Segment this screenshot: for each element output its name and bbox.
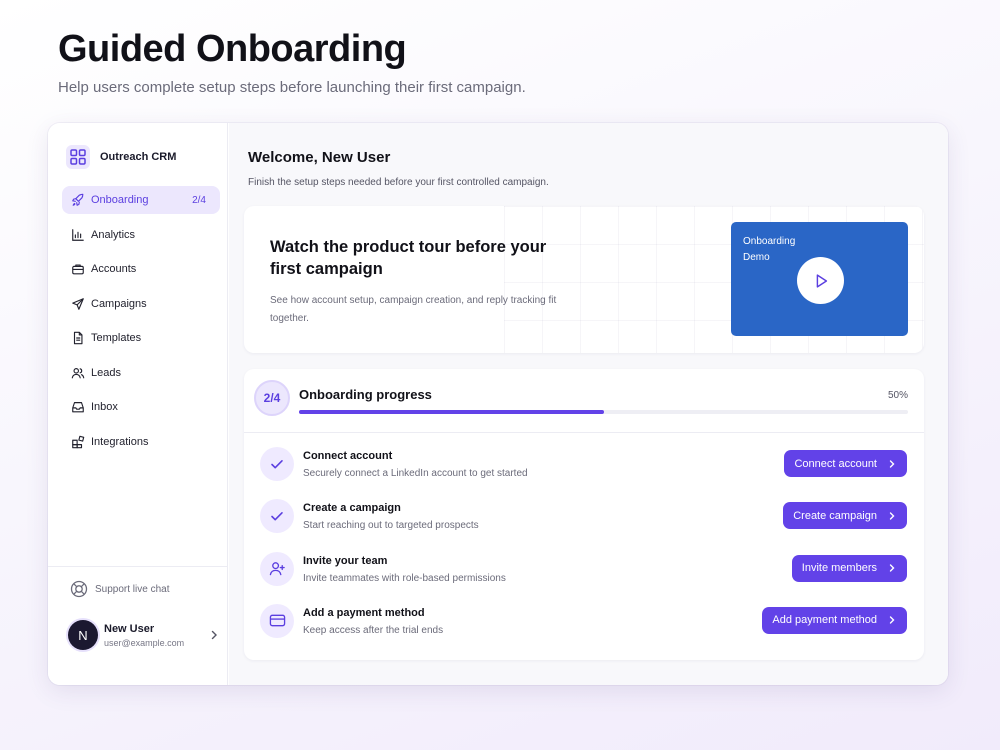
check-icon xyxy=(260,447,294,481)
tour-title: Watch the product tour before your first… xyxy=(270,238,547,278)
page-subtitle: Finish the setup steps needed before you… xyxy=(248,177,549,188)
onboarding-demo-video[interactable]: Onboarding Demo xyxy=(731,222,908,336)
button-label: Invite members xyxy=(801,562,877,575)
play-button[interactable] xyxy=(797,257,844,304)
lifebuoy-icon xyxy=(70,580,88,598)
sidebar-item-onboarding[interactable]: Onboarding 2/4 xyxy=(62,186,220,214)
sidebar-item-templates[interactable]: Templates xyxy=(62,324,220,352)
send-icon xyxy=(71,297,85,311)
progress-title: Onboarding progress xyxy=(299,387,432,402)
sidebar-item-inbox[interactable]: Inbox xyxy=(62,393,220,421)
users-icon xyxy=(71,366,85,380)
user-menu[interactable]: N New User user@example.com xyxy=(68,618,220,652)
credit-card-icon xyxy=(260,603,294,638)
sidebar-item-label: Analytics xyxy=(91,228,136,241)
grid-icon xyxy=(66,145,90,169)
tour-description: See how account setup, campaign creation… xyxy=(270,295,557,324)
step-connect-account: Connect account Securely connect a Linke… xyxy=(244,444,924,496)
app-window: Outreach CRM Onboarding 2/4 Analytics Ac… xyxy=(48,123,948,685)
step-title: Connect account xyxy=(303,450,393,462)
document-icon xyxy=(71,331,85,345)
sidebar: Outreach CRM Onboarding 2/4 Analytics Ac… xyxy=(48,123,228,685)
step-add-payment-method: Add a payment method Keep access after t… xyxy=(244,601,924,653)
inbox-icon xyxy=(71,400,85,414)
chevron-right-icon xyxy=(889,564,895,572)
button-label: Add payment method xyxy=(772,614,877,627)
chevron-right-icon xyxy=(889,616,895,625)
sidebar-item-label: Campaigns xyxy=(91,297,147,310)
hero-title: Guided Onboarding xyxy=(58,28,407,70)
invite-members-button[interactable]: Invite members xyxy=(791,554,907,582)
chevron-right-icon xyxy=(211,630,217,640)
rocket-icon xyxy=(71,193,85,207)
add-payment-method-button[interactable]: Add payment method xyxy=(762,606,907,634)
sidebar-item-integrations[interactable]: Integrations xyxy=(62,428,220,456)
step-title: Create a campaign xyxy=(303,502,401,515)
step-description: Invite teammates with role-based permiss… xyxy=(303,572,506,584)
progress-divider xyxy=(244,432,924,433)
step-list: Connect account Securely connect a Linke… xyxy=(244,444,924,653)
sidebar-item-accounts[interactable]: Accounts xyxy=(62,255,220,283)
sidebar-item-leads[interactable]: Leads xyxy=(62,359,220,387)
progress-bar xyxy=(299,410,908,414)
page-title: Welcome, New User xyxy=(248,149,391,166)
brand[interactable]: Outreach CRM xyxy=(66,143,176,171)
sidebar-item-label: Integrations xyxy=(91,435,149,448)
button-label: Connect account xyxy=(794,457,877,470)
sidebar-nav: Onboarding 2/4 Analytics Accounts Campai… xyxy=(62,186,220,462)
step-create-campaign: Create a campaign Start reaching out to … xyxy=(244,496,924,548)
create-campaign-button[interactable]: Create campaign xyxy=(783,502,907,530)
check-icon xyxy=(260,499,294,534)
bar-chart-icon xyxy=(71,228,85,242)
briefcase-icon xyxy=(71,262,85,276)
avatar: N xyxy=(68,620,98,650)
user-plus-icon xyxy=(260,551,294,586)
sidebar-item-label: Accounts xyxy=(91,263,137,275)
chevron-right-icon xyxy=(889,512,895,520)
hero-subtitle: Help users complete setup steps before l… xyxy=(58,79,526,96)
onboarding-count-badge: 2/4 xyxy=(192,194,206,206)
brand-name: Outreach CRM xyxy=(100,151,177,163)
progress-percent: 50% xyxy=(887,390,908,401)
sidebar-item-label: Templates xyxy=(91,332,142,344)
sidebar-item-label: Onboarding xyxy=(91,194,149,206)
step-description: Start reaching out to targeted prospects xyxy=(303,520,479,532)
main-content: Welcome, New User Finish the setup steps… xyxy=(229,123,948,685)
sidebar-item-analytics[interactable]: Analytics xyxy=(62,221,220,249)
support-label: Support live chat xyxy=(95,583,170,595)
button-label: Create campaign xyxy=(793,509,877,522)
sidebar-item-campaigns[interactable]: Campaigns xyxy=(62,290,220,318)
chevron-right-icon xyxy=(889,459,895,468)
product-tour-card: Watch the product tour before your first… xyxy=(244,206,924,353)
step-title: Invite your team xyxy=(303,554,388,567)
onboarding-progress-card: 2/4 Onboarding progress 50% Connect acco… xyxy=(244,369,924,660)
sidebar-item-label: Inbox xyxy=(91,401,118,413)
user-name: New User xyxy=(104,622,155,635)
sidebar-item-label: Leads xyxy=(91,366,121,379)
progress-count-badge: 2/4 xyxy=(254,380,290,416)
step-description: Keep access after the trial ends xyxy=(303,624,444,636)
step-description: Securely connect a LinkedIn account to g… xyxy=(303,468,528,479)
sidebar-divider xyxy=(48,566,228,567)
connect-account-button[interactable]: Connect account xyxy=(784,450,907,477)
user-email: user@example.com xyxy=(104,637,185,648)
support-live-chat-link[interactable]: Support live chat xyxy=(70,580,170,598)
step-invite-team: Invite your team Invite teammates with r… xyxy=(244,549,924,601)
step-title: Add a payment method xyxy=(303,606,425,619)
progress-bar-fill xyxy=(299,410,604,414)
puzzle-icon xyxy=(71,435,85,449)
play-icon xyxy=(816,273,827,288)
